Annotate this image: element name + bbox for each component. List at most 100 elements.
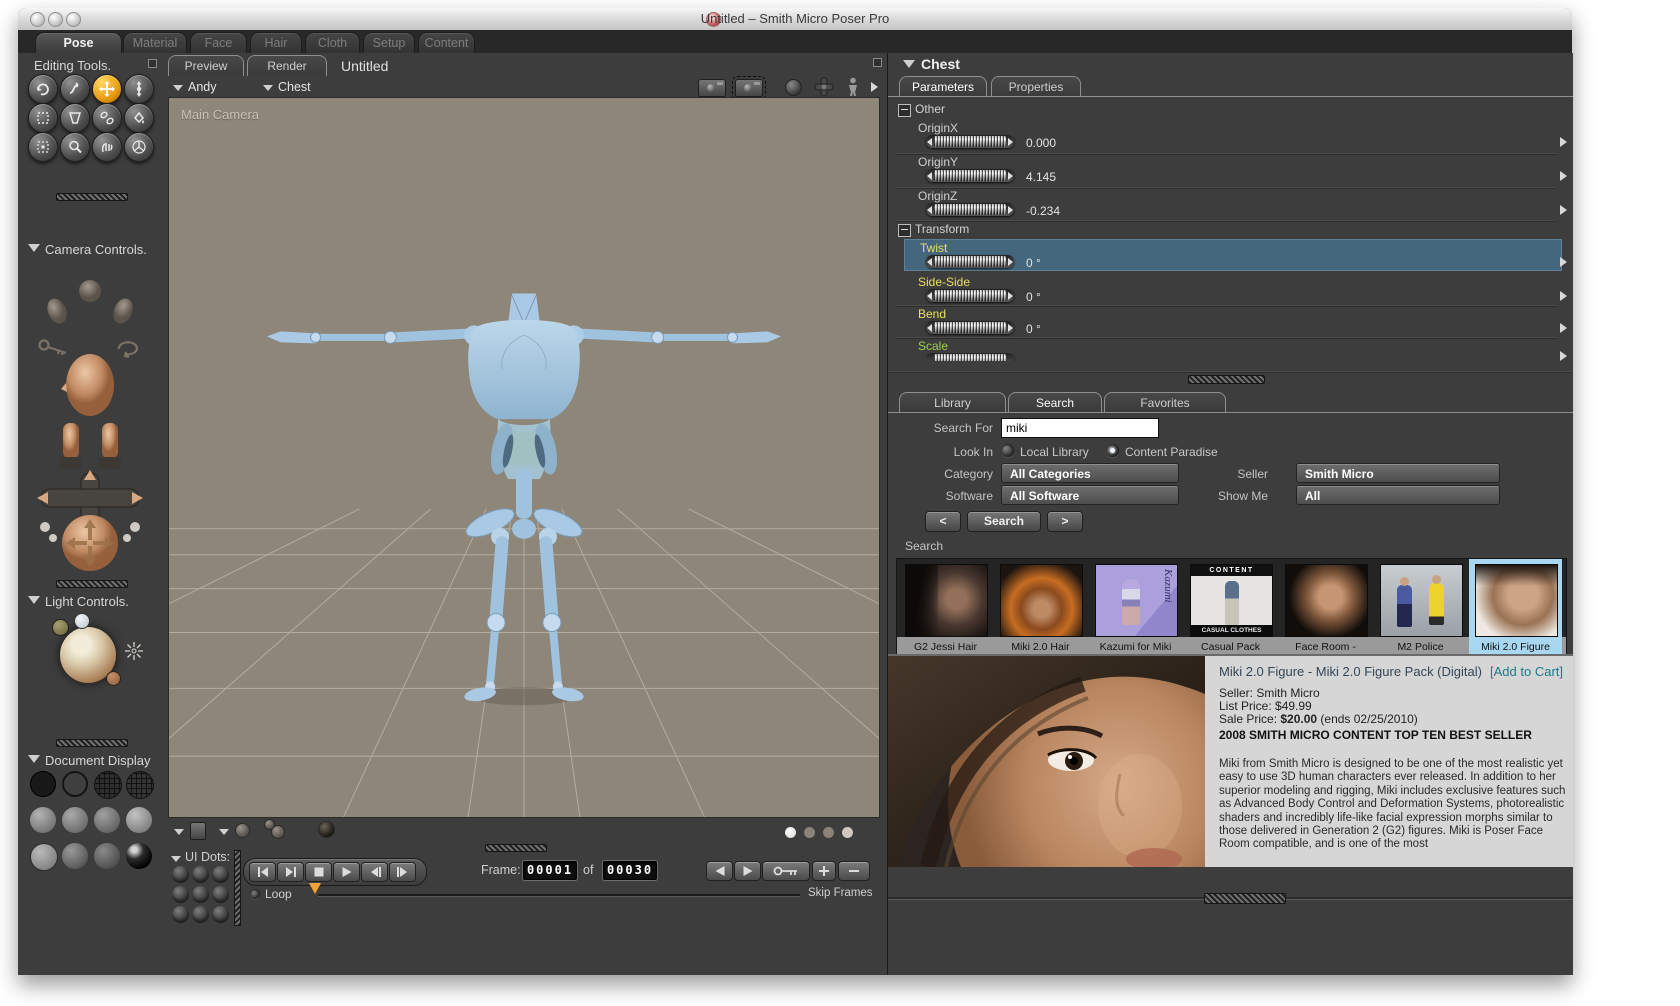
param-options-arrow-icon[interactable] <box>1560 137 1567 147</box>
group-collapse-icon[interactable] <box>898 224 911 237</box>
light-indicator-2[interactable] <box>74 613 90 629</box>
dial-track[interactable] <box>934 170 1006 181</box>
result-item[interactable]: G2 Jessi Hair <box>899 559 992 655</box>
ui-dot-8[interactable] <box>192 906 209 923</box>
dial-track[interactable] <box>934 136 1006 147</box>
posing-camera-hands-icon[interactable] <box>60 423 121 469</box>
tool-twist-button[interactable] <box>60 74 90 104</box>
side-side-dial[interactable] <box>926 289 1014 302</box>
category-dropdown[interactable]: All Categories <box>1001 463 1179 483</box>
add-keyframe-button[interactable] <box>812 861 836 881</box>
move-camera-ball-icon[interactable] <box>62 515 118 571</box>
ui-dot-1[interactable] <box>172 866 189 883</box>
panel-shade-icon[interactable] <box>148 59 157 68</box>
dial-increment-icon[interactable] <box>1008 172 1013 180</box>
content-paradise-label[interactable]: Content Paradise <box>1125 445 1218 459</box>
depth-cue-dot-3[interactable] <box>823 827 834 838</box>
param-options-arrow-icon[interactable] <box>1560 205 1567 215</box>
dial-decrement-icon[interactable] <box>927 138 932 146</box>
tab-parameters[interactable]: Parameters <box>899 76 987 97</box>
viewport[interactable]: Main Camera <box>168 97 880 818</box>
tool-taper-button[interactable] <box>60 103 90 133</box>
loop-toggle[interactable] <box>250 889 260 899</box>
originz-dial[interactable] <box>926 203 1014 216</box>
bend-dial[interactable] <box>926 321 1014 334</box>
result-item-selected[interactable]: Miki 2.0 Figure <box>1469 559 1562 655</box>
seller-dropdown[interactable]: Smith Micro <box>1296 463 1500 483</box>
display-style-lit-wireframe[interactable] <box>62 807 88 833</box>
sidebar-splitter-handle[interactable] <box>56 739 128 747</box>
tab-content[interactable]: Content <box>418 32 475 54</box>
camera-rotate-icon[interactable] <box>117 341 139 359</box>
dial-track[interactable] <box>934 290 1006 301</box>
param-value[interactable]: 0.000 <box>1026 136 1056 150</box>
total-frames-counter[interactable]: 00030 <box>603 861 657 880</box>
tab-properties[interactable]: Properties <box>991 76 1081 97</box>
sidebar-splitter-handle[interactable] <box>56 580 128 588</box>
left-hand-camera-icon[interactable] <box>44 296 70 327</box>
depth-cue-dot-1[interactable] <box>785 827 796 838</box>
flyaround-camera-icon[interactable] <box>79 280 101 302</box>
ui-dot-3[interactable] <box>212 866 229 883</box>
face-camera-icon[interactable] <box>66 354 114 416</box>
content-paradise-radio[interactable] <box>1106 444 1119 457</box>
param-options-arrow-icon[interactable] <box>1560 257 1567 267</box>
tab-face[interactable]: Face <box>190 32 247 54</box>
tab-cloth[interactable]: Cloth <box>305 32 360 54</box>
display-style-hidden-line[interactable] <box>30 807 56 833</box>
result-thumbnail[interactable] <box>1380 564 1463 637</box>
display-style-wireframe[interactable] <box>94 771 122 799</box>
depth-cue-dot-4[interactable] <box>842 827 853 838</box>
title-bar[interactable]: Untitled – Smith Micro Poser Pro <box>18 8 1572 31</box>
dial-increment-icon[interactable] <box>1008 258 1013 266</box>
result-item[interactable]: Miki 2.0 Hair <box>994 559 1087 655</box>
param-value[interactable]: 4.145 <box>1026 170 1056 184</box>
result-item[interactable]: Face Room - <box>1279 559 1372 655</box>
tool-chain-break-button[interactable] <box>92 103 122 133</box>
actor-menu[interactable]: Chest <box>263 80 311 94</box>
camera-controls-disclosure-icon[interactable] <box>28 244 40 252</box>
display-style-smooth-shaded[interactable] <box>62 843 88 869</box>
dial-track[interactable] <box>934 322 1006 333</box>
tab-library[interactable]: Library <box>899 392 1006 413</box>
scale-dial-clipped[interactable] <box>926 353 1022 361</box>
scale-dial[interactable] <box>926 353 1014 361</box>
light-indicator-3[interactable] <box>106 671 121 686</box>
next-arrow-icon[interactable] <box>871 82 878 92</box>
camera-name-label[interactable]: Main Camera <box>181 107 259 122</box>
dial-increment-icon[interactable] <box>1008 292 1013 300</box>
display-style-sketched[interactable] <box>126 771 154 799</box>
tab-search[interactable]: Search <box>1008 392 1102 413</box>
horizontal-scrollbar-handle[interactable] <box>1204 893 1286 904</box>
tab-material[interactable]: Material <box>123 32 187 54</box>
shadow-ball-icon[interactable] <box>318 821 335 838</box>
result-thumbnail[interactable] <box>1285 564 1368 637</box>
panel-shade-icon[interactable] <box>873 58 882 67</box>
display-style-cartoon[interactable] <box>30 843 58 871</box>
add-to-cart-link[interactable]: [Add to Cart] <box>1490 664 1563 679</box>
trackball-icon[interactable] <box>785 79 802 96</box>
current-frame-counter[interactable]: 00001 <box>523 861 577 880</box>
display-style-silhouette[interactable] <box>30 771 56 797</box>
next-keyframe-button[interactable] <box>734 861 761 881</box>
tool-morphing-button[interactable] <box>92 132 122 162</box>
display-style-outline[interactable] <box>62 771 88 797</box>
light-indicator-1[interactable] <box>52 619 69 636</box>
result-item[interactable]: CONTENT CASUAL CLOTHES MIKI Casual Pack <box>1184 559 1277 655</box>
param-value[interactable]: 0 ° <box>1026 322 1041 336</box>
ui-dots-disclosure-icon[interactable] <box>171 856 181 862</box>
display-style-smooth-lined[interactable] <box>94 843 120 869</box>
tab-render[interactable]: Render <box>247 55 327 76</box>
actor-params-disclosure-icon[interactable] <box>903 60 915 68</box>
result-thumbnail[interactable] <box>905 564 988 637</box>
step-back-button[interactable] <box>361 862 388 882</box>
animation-splitter-handle[interactable] <box>485 844 547 852</box>
light-flare-icon[interactable] <box>124 641 144 661</box>
result-thumbnail[interactable] <box>1475 564 1558 637</box>
show-me-dropdown[interactable]: All <box>1296 485 1500 505</box>
tool-scale-button[interactable] <box>28 103 58 133</box>
ui-dot-5[interactable] <box>192 886 209 903</box>
ui-dot-6[interactable] <box>212 886 229 903</box>
result-thumbnail[interactable] <box>1000 564 1083 637</box>
dial-decrement-icon[interactable] <box>927 172 932 180</box>
